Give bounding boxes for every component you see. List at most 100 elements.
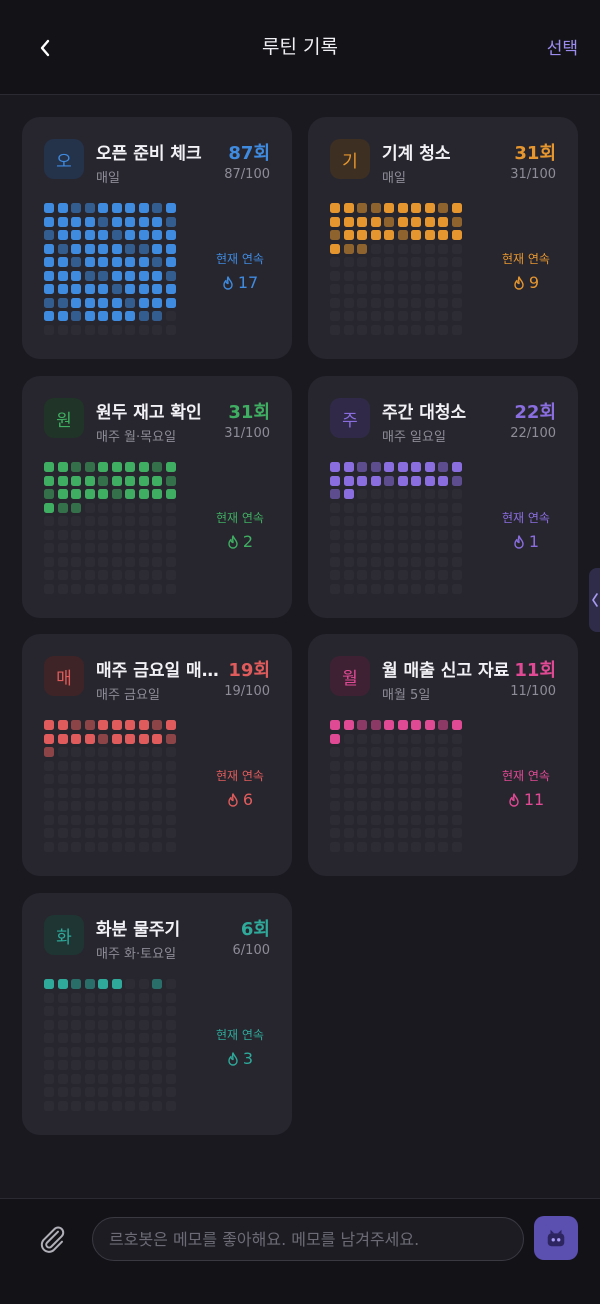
record-cell: [424, 828, 435, 838]
chatbot-button[interactable]: [534, 1216, 578, 1260]
record-cell: [125, 841, 135, 852]
record-cell: [152, 747, 162, 757]
record-cell: [44, 1019, 54, 1030]
record-cell: [44, 324, 54, 335]
record-cell: [397, 747, 408, 757]
record-cell: [44, 489, 54, 499]
record-cell: [98, 992, 108, 1003]
record-cell: [84, 216, 95, 227]
record-cell: [111, 570, 122, 580]
record-cell: [451, 760, 462, 771]
record-cell: [138, 1060, 149, 1070]
record-cell: [384, 828, 394, 838]
record-cell: [343, 570, 354, 580]
routine-count: 19회: [228, 660, 270, 681]
record-cell: [111, 1060, 122, 1070]
record-cell: [357, 556, 367, 567]
routine-card[interactable]: 기 기계 청소 31회 매일 31/100 현재 연속 9: [308, 117, 578, 359]
record-cell: [98, 1060, 108, 1070]
record-cell: [57, 814, 68, 825]
record-cell: [138, 216, 149, 227]
routine-card[interactable]: 화 화분 물주기 6회 매주 화·토요일 6/100 현재 연속 3: [22, 893, 292, 1135]
record-cell: [125, 1006, 135, 1016]
record-cell: [138, 311, 149, 321]
record-cell: [71, 311, 81, 321]
record-cell: [125, 529, 135, 540]
side-panel-handle[interactable]: [589, 568, 600, 632]
routine-card[interactable]: 주 주간 대청소 22회 매주 일요일 22/100 현재 연속 1: [308, 376, 578, 618]
record-cell: [84, 311, 95, 321]
record-cell: [152, 462, 162, 472]
record-cell: [44, 1087, 54, 1097]
record-cell: [411, 270, 421, 281]
attach-button[interactable]: [36, 1223, 68, 1255]
record-cell: [44, 270, 54, 281]
record-cell: [84, 814, 95, 825]
routine-card[interactable]: 오 오픈 준비 체크 87회 매일 87/100 현재 연속 17: [22, 117, 292, 359]
streak-label: 현재 연속: [216, 1028, 264, 1042]
record-cell: [152, 760, 162, 771]
record-cell: [343, 828, 354, 838]
record-cell: [44, 502, 54, 513]
record-cell: [57, 475, 68, 486]
record-cell: [438, 462, 448, 472]
record-cell: [438, 297, 448, 308]
record-cell: [71, 1033, 81, 1043]
routine-progress: 87/100: [224, 167, 270, 182]
record-cell: [343, 720, 354, 730]
record-cell: [424, 216, 435, 227]
record-cell: [330, 733, 340, 744]
record-cell: [57, 243, 68, 254]
record-cell: [138, 230, 149, 240]
record-cell: [138, 556, 149, 567]
record-cell: [84, 1046, 95, 1057]
record-cell: [370, 230, 381, 240]
record-cell: [84, 1060, 95, 1070]
record-cell: [370, 760, 381, 771]
record-cell: [165, 801, 176, 811]
record-cell: [84, 841, 95, 852]
routine-count: 31회: [514, 143, 556, 164]
record-cell: [152, 203, 162, 213]
record-cell: [152, 733, 162, 744]
record-cell: [111, 760, 122, 771]
record-cell: [357, 270, 367, 281]
record-cell: [384, 720, 394, 730]
record-cell: [384, 801, 394, 811]
record-cell: [71, 828, 81, 838]
record-cell: [397, 529, 408, 540]
routine-card[interactable]: 월 월 매출 신고 자료 11회 매월 5일 11/100 현재 연속 11: [308, 634, 578, 876]
record-cell: [438, 570, 448, 580]
routine-frequency: 매주 일요일: [382, 430, 446, 445]
routine-card[interactable]: 매 매주 금요일 매출 정리19회매주 금요일 19/100 현재 연속 6: [22, 634, 292, 876]
routine-card[interactable]: 원 원두 재고 확인 31회 매주 월·목요일 31/100 현재 연속 2: [22, 376, 292, 618]
record-cell: [71, 1006, 81, 1016]
flame-icon: [228, 1051, 238, 1066]
memo-input[interactable]: [92, 1217, 524, 1261]
streak-value-row: 3: [200, 1049, 280, 1068]
record-cell: [451, 583, 462, 594]
record-cell: [98, 814, 108, 825]
record-cell: [125, 1019, 135, 1030]
record-cell: [71, 774, 81, 784]
record-grid: [44, 203, 176, 335]
record-cell: [424, 475, 435, 486]
record-cell: [152, 270, 162, 281]
select-button[interactable]: 선택: [547, 34, 578, 59]
record-cell: [111, 475, 122, 486]
record-cell: [165, 828, 176, 838]
record-cell: [424, 760, 435, 771]
record-cell: [98, 257, 108, 267]
record-cell: [84, 475, 95, 486]
record-cell: [357, 841, 367, 852]
streak-value-row: 9: [486, 273, 566, 292]
record-cell: [84, 747, 95, 757]
record-cell: [152, 216, 162, 227]
record-cell: [330, 720, 340, 730]
record-cell: [71, 814, 81, 825]
record-cell: [125, 475, 135, 486]
record-cell: [330, 828, 340, 838]
record-cell: [84, 720, 95, 730]
record-cell: [152, 570, 162, 580]
record-cell: [125, 543, 135, 553]
